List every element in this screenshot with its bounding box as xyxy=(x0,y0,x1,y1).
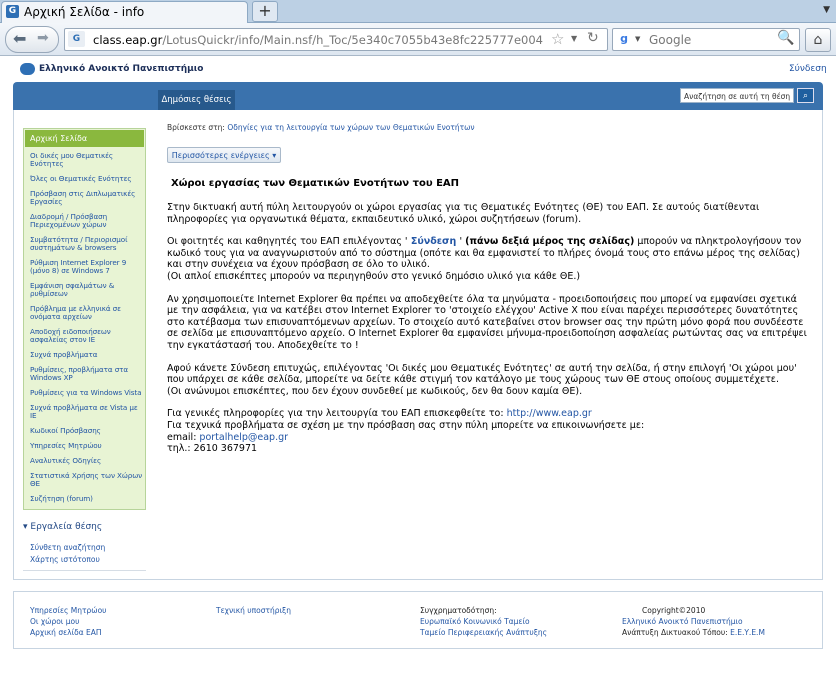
site-map-link[interactable]: Χάρτης ιστότοπου xyxy=(30,555,100,564)
search-placeholder: Google xyxy=(649,33,692,47)
sidebar-item[interactable]: Ρυθμίσεις, προβλήματα στα Windows XP xyxy=(30,362,145,385)
address-bar[interactable]: G class.eap.gr/LotusQuickr/info/Main.nsf… xyxy=(64,28,608,51)
sidebar-item[interactable]: Κωδικοί Πρόσβασης xyxy=(30,423,145,438)
browser-tab-strip: G Αρχική Σελίδα - info + ▼ xyxy=(0,0,836,23)
back-forward-group: ⬅ ➡ xyxy=(5,26,59,53)
google-icon[interactable]: g xyxy=(616,31,632,47)
browser-tab[interactable]: G Αρχική Σελίδα - info xyxy=(1,1,248,23)
divider xyxy=(23,570,146,571)
advanced-search-link[interactable]: Σύνθετη αναζήτηση xyxy=(30,543,105,552)
url-text[interactable]: class.eap.gr/LotusQuickr/info/Main.nsf/h… xyxy=(93,33,543,47)
email-link[interactable]: portalhelp@eap.gr xyxy=(199,432,288,443)
sidebar-item[interactable]: Στατιστικά Χρήσης των Χώρων ΘΕ xyxy=(30,468,145,491)
contact-general-text: Για γενικές πληροφορίες για την λειτουργ… xyxy=(167,408,507,420)
footer-col-4: Copyright©2010 Ελληνικό Ανοικτό Πανεπιστ… xyxy=(622,605,765,638)
developer-link[interactable]: Ε.Ε.Υ.Ε.Μ xyxy=(730,628,765,637)
sidebar-item[interactable]: Αναλυτικές Οδηγίες xyxy=(30,453,145,468)
copyright-text: Copyright©2010 xyxy=(642,606,706,615)
breadcrumb-prefix: Βρίσκεστε στη: xyxy=(167,123,225,132)
visitors-note: (Οι απλοί επισκέπτες μπορούν να περιηγηθ… xyxy=(167,270,581,282)
login-text-a: Οι φοιτητές και καθηγητές του ΕΑΠ επιλέγ… xyxy=(167,236,408,248)
footer-col-1: Υπηρεσίες Μητρώου Οι χώροι μου Αρχική σε… xyxy=(30,605,107,638)
site-tools-label: Εργαλεία θέσης xyxy=(30,522,103,532)
my-places-text: Αφού κάνετε Σύνδεση επιτυχώς, επιλέγοντα… xyxy=(167,362,797,386)
place-search-input[interactable]: Αναζήτηση σε αυτή τη θέση xyxy=(680,88,794,103)
university-logo-icon xyxy=(20,63,35,75)
sidebar-item[interactable]: Ρύθμιση Internet Explorer 9 (μόνο 8) σε … xyxy=(30,255,145,278)
more-actions-button[interactable]: Περισσότερες ενέργειες ▾ xyxy=(167,147,281,163)
signin-reference: Σύνδεση xyxy=(407,236,460,248)
my-places-paragraph: Αφού κάνετε Σύνδεση επιτυχώς, επιλέγοντα… xyxy=(167,363,807,398)
sidebar-item[interactable]: Όλες οι Θεματικές Ενότητες xyxy=(30,171,145,186)
phone-text: τηλ.: 2610 367971 xyxy=(167,443,258,455)
login-paragraph: Οι φοιτητές και καθηγητές του ΕΑΠ επιλέγ… xyxy=(167,236,807,282)
footer-link[interactable]: Οι χώροι μου xyxy=(30,616,107,627)
tab-public-places[interactable]: Δημόσιες θέσεις xyxy=(158,90,235,110)
footer-link[interactable]: Ευρωπαϊκό Κοινωνικό Ταμείο xyxy=(420,616,547,627)
list-tabs-icon[interactable]: ▼ xyxy=(823,5,830,15)
sign-in-link[interactable]: Σύνδεση xyxy=(789,64,827,74)
sidebar-item[interactable]: Συχνά προβλήματα σε Vista με IE xyxy=(30,400,145,423)
sidebar-item[interactable]: Ρυθμίσεις για τα Windows Vista xyxy=(30,385,145,400)
sidebar-item[interactable]: Οι δικές μου Θεματικές Ενότητες xyxy=(30,148,145,171)
sidebar-item[interactable]: Αποδοχή ειδοποιήσεων ασφαλείας στον IE xyxy=(30,324,145,347)
search-icon[interactable]: 🔍 xyxy=(777,30,794,46)
home-icon[interactable]: ⌂ xyxy=(805,28,831,52)
email-label: email: xyxy=(167,431,200,443)
history-dropdown-icon[interactable]: ▼ xyxy=(571,34,577,43)
sidebar-item[interactable]: Συχνά προβλήματα xyxy=(30,347,145,362)
footer-link[interactable]: Υπηρεσίες Μητρώου xyxy=(30,605,107,616)
eap-website-link[interactable]: http://www.eap.gr xyxy=(507,408,592,419)
brand-name: Ελληνικό Ανοικτό Πανεπιστήμιο xyxy=(39,64,204,74)
cofunding-label: Συγχρηματοδότηση: xyxy=(420,606,497,615)
new-tab-button[interactable]: + xyxy=(252,1,278,22)
footer-link[interactable]: Τεχνική υποστήριξη xyxy=(216,605,291,616)
tab-title: Αρχική Σελίδα - info xyxy=(24,5,145,19)
search-engine-dropdown-icon[interactable]: ▼ xyxy=(635,35,640,43)
page-title: Χώροι εργασίας των Θεματικών Ενοτήτων το… xyxy=(171,178,460,189)
sidebar-item[interactable]: Συμβατότητα / Περιορισμοί συστημάτων & b… xyxy=(30,232,145,255)
footer-link[interactable]: Ταμείο Περιφερειακής Ανάπτυξης xyxy=(420,627,547,638)
intro-paragraph: Στην δικτυακή αυτή πύλη λειτουργούν οι χ… xyxy=(167,202,760,225)
developer-line: Ανάπτυξη Δικτυακού Τόπου: Ε.Ε.Υ.Ε.Μ xyxy=(622,627,765,638)
sidebar-navigation: Αρχική Σελίδα Οι δικές μου Θεματικές Ενό… xyxy=(23,128,146,510)
sidebar-item[interactable]: Συζήτηση (forum) xyxy=(30,491,145,506)
site-identity-icon[interactable]: G xyxy=(68,31,85,47)
sidebar-item[interactable]: Υπηρεσίες Μητρώου xyxy=(30,438,145,453)
developer-label: Ανάπτυξη Δικτυακού Τόπου: xyxy=(622,628,731,637)
url-path: /LotusQuickr/info/Main.nsf/h_Toc/5e340c7… xyxy=(162,33,543,47)
sidebar-item[interactable]: Πρόβλημα με ελληνικά σε ονόματα αρχείων xyxy=(30,301,145,324)
sidebar-list: Οι δικές μου Θεματικές Ενότητες Όλες οι … xyxy=(24,148,145,506)
ie-paragraph: Αν χρησιμοποιείτε Internet Explorer θα π… xyxy=(167,293,807,351)
url-domain: class.eap.gr xyxy=(93,33,163,47)
contact-paragraph: Για γενικές πληροφορίες για την λειτουργ… xyxy=(167,408,807,454)
footer-link[interactable]: Ελληνικό Ανοικτό Πανεπιστήμιο xyxy=(622,616,765,627)
site-favicon-icon: G xyxy=(6,5,19,18)
breadcrumb-link[interactable]: Οδηγίες για τη λειτουργία των χώρων των … xyxy=(227,123,474,132)
page-content: Χώροι εργασίας των Θεματικών Ενοτήτων το… xyxy=(167,178,807,466)
login-location-note: (πάνω δεξιά μέρος της σελίδας) xyxy=(465,236,635,248)
browser-nav-bar: ⬅ ➡ G class.eap.gr/LotusQuickr/info/Main… xyxy=(0,23,836,56)
reload-icon[interactable]: ↻ xyxy=(587,30,599,46)
contact-tech-text: Για τεχνικά προβλήματα σε σχέση με την π… xyxy=(167,419,645,431)
sidebar-item[interactable]: Διαδρομή / Πρόσβαση Περιεχομένων χώρων xyxy=(30,209,145,232)
forward-arrow-icon[interactable]: ➡ xyxy=(37,30,49,46)
browser-search-bar[interactable]: g ▼ Google 🔍 xyxy=(612,28,800,51)
footer-col-2: Τεχνική υποστήριξη xyxy=(216,605,291,616)
bookmark-star-icon[interactable]: ☆ xyxy=(551,30,564,48)
breadcrumb: Βρίσκεστε στη: Οδηγίες για τη λειτουργία… xyxy=(167,123,475,132)
sidebar-item-home[interactable]: Αρχική Σελίδα xyxy=(25,130,144,147)
footer-col-3: Συγχρηματοδότηση: Ευρωπαϊκό Κοινωνικό Τα… xyxy=(420,605,547,638)
place-search-button[interactable]: ⌕ xyxy=(797,88,814,103)
back-arrow-icon[interactable]: ⬅ xyxy=(13,29,26,48)
sidebar-item[interactable]: Πρόσβαση στις Διπλωματικές Εργασίες xyxy=(30,186,145,209)
site-tools-heading[interactable]: ▾ Εργαλεία θέσης xyxy=(23,522,102,532)
footer-link[interactable]: Αρχική σελίδα ΕΑΠ xyxy=(30,627,107,638)
anonymous-note: (Οι ανώνυμοι επισκέπτες, που δεν έχουν σ… xyxy=(167,385,583,397)
sidebar-item[interactable]: Εμφάνιση σφαλμάτων & ρυθμίσεων xyxy=(30,278,145,301)
